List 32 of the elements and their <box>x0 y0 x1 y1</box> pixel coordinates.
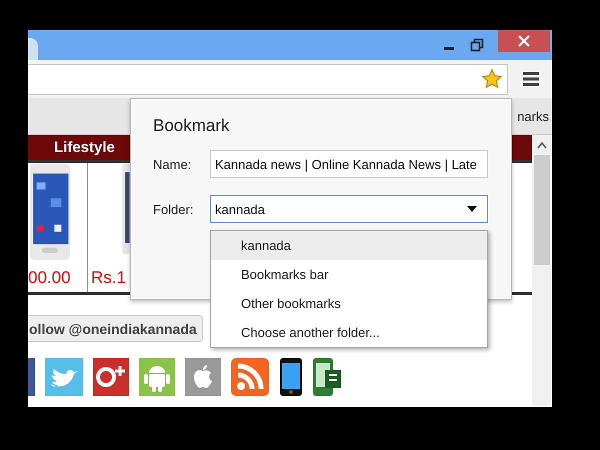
android-icon[interactable] <box>139 358 175 396</box>
product-price: 00.00 <box>28 268 72 288</box>
restore-icon[interactable] <box>470 38 484 52</box>
scrollbar-thumb[interactable] <box>534 155 550 265</box>
rss-icon[interactable] <box>231 358 269 396</box>
folder-option[interactable]: Other bookmarks <box>211 289 487 318</box>
field-label: Folder: <box>153 202 194 216</box>
folder-option[interactable]: Choose another folder... <box>211 318 487 347</box>
mobile-payment-icon[interactable] <box>313 358 341 396</box>
folder-option[interactable]: Bookmarks bar <box>211 260 487 289</box>
scroll-up-icon[interactable] <box>537 141 547 149</box>
star-icon[interactable] <box>481 68 503 90</box>
name-field[interactable]: Kannada news | Online Kannada News | Late <box>210 150 488 178</box>
apple-icon[interactable] <box>185 358 221 396</box>
folder-option[interactable]: kannada <box>211 231 487 260</box>
nav-item[interactable]: Lifestyle <box>54 139 115 156</box>
product-price: Rs.1 <box>91 268 127 288</box>
folder-select[interactable]: kannada <box>210 195 488 223</box>
menu-icon[interactable] <box>523 71 539 87</box>
scrollbar[interactable] <box>532 135 552 407</box>
follow-button[interactable]: ollow @oneindiakannada <box>28 315 203 342</box>
browser-tab[interactable] <box>28 38 38 60</box>
field-label: Name: <box>153 156 192 172</box>
dialog-title: Bookmark <box>153 116 231 136</box>
close-button[interactable] <box>498 30 550 52</box>
plus-icon[interactable] <box>93 358 129 396</box>
close-icon <box>518 35 530 47</box>
address-bar[interactable] <box>28 64 508 94</box>
phone-icon[interactable] <box>279 358 303 396</box>
caret-icon <box>467 206 477 212</box>
bookmark-item[interactable]: narks <box>517 108 549 124</box>
bird-icon[interactable] <box>45 358 83 396</box>
